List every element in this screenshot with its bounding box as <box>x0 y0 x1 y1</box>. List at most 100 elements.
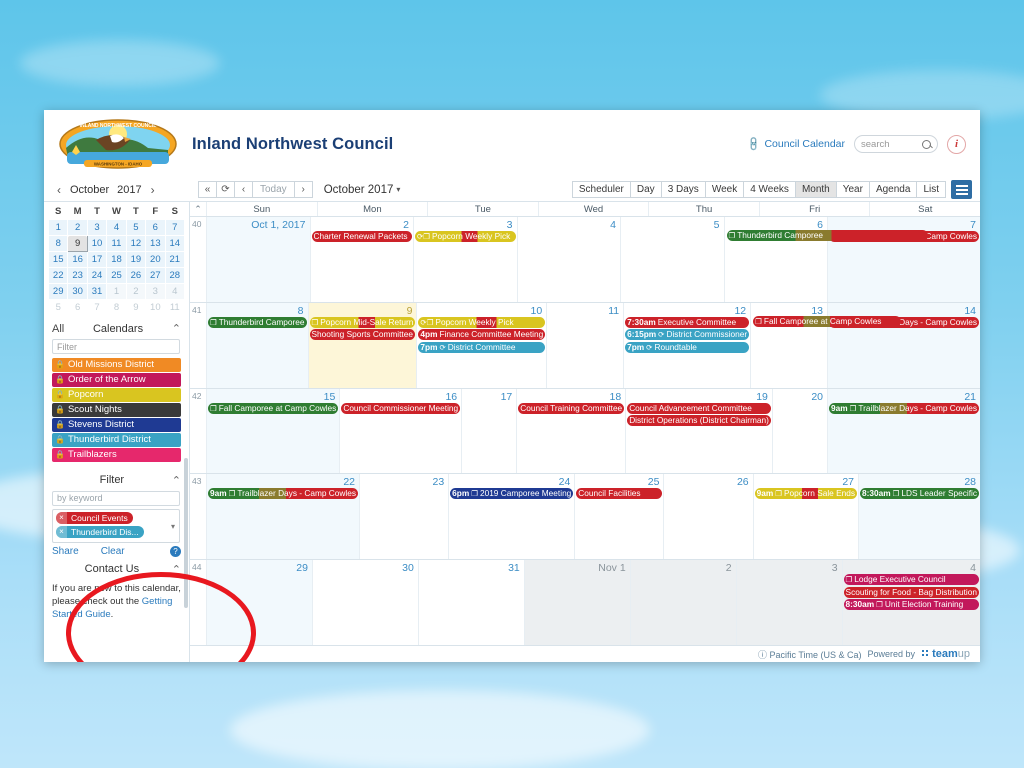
view-button-scheduler[interactable]: Scheduler <box>571 181 631 198</box>
mini-next-button[interactable]: › <box>146 183 160 197</box>
day-cell[interactable]: 13 ❐ Fall Camporee at Camp Cowles <box>750 302 901 388</box>
day-cell[interactable]: 3 <box>735 560 842 645</box>
calendar-event[interactable]: Charter Renewal Packets <box>311 231 412 242</box>
view-button-agenda[interactable]: Agenda <box>868 181 918 198</box>
contact-panel-header[interactable]: Contact Us ⌃ <box>44 557 189 580</box>
mini-day-cell[interactable]: 11 <box>164 299 186 316</box>
mini-day-cell[interactable]: 3 <box>86 219 108 236</box>
mini-day-cell[interactable]: 11 <box>106 235 127 252</box>
mini-day-cell[interactable]: 4 <box>164 283 186 300</box>
calendar-filter-input[interactable]: Filter <box>52 339 180 354</box>
day-cell[interactable]: 22 9am ❐ Trailblazer Days - Camp Cowles <box>206 474 359 560</box>
day-cell[interactable]: 9 ❐ Popcorn Mid-Sale Return Shooting Sports… <box>307 302 417 388</box>
keyword-filter-input[interactable]: by keyword <box>52 490 180 506</box>
mini-day-cell[interactable]: 9 <box>67 235 88 252</box>
calendar-list-item[interactable]: 🔒 Scout Nights <box>52 403 181 417</box>
view-button-year[interactable]: Year <box>835 181 870 198</box>
clear-link[interactable]: Clear <box>101 546 125 557</box>
day-cell[interactable]: 2 Charter Renewal Packets <box>309 217 413 302</box>
view-button-list[interactable]: List <box>916 181 946 198</box>
collapse-grid-icon[interactable]: ⌃ <box>190 202 206 216</box>
calendar-event[interactable]: ❐ Fall Camporee at Camp Cowles <box>208 402 339 414</box>
help-icon[interactable]: ? <box>170 545 181 557</box>
view-button-month[interactable]: Month <box>794 181 837 198</box>
calendar-event[interactable]: ❐ Thunderbird Camporee <box>208 316 307 328</box>
mini-prev-button[interactable]: ‹ <box>52 183 66 197</box>
calendar-event[interactable]: 8:30am ❐ Unit Election Training <box>843 599 979 611</box>
mini-day-cell[interactable]: 15 <box>47 251 69 268</box>
calendar-event[interactable]: ❐ Lodge Executive Council <box>843 574 979 586</box>
day-cell[interactable]: 26 <box>663 474 753 560</box>
calendar-event[interactable]: 9am❐Trailblazer Days - Camp Cowles <box>829 402 979 414</box>
mini-day-cell[interactable]: 31 <box>86 283 108 300</box>
search-box[interactable] <box>854 135 938 153</box>
calendar-event[interactable]: 4pm Finance Committee Meeting <box>418 329 546 341</box>
mini-day-cell[interactable]: 21 <box>164 251 186 268</box>
day-cell[interactable]: 24 6pm ❐ 2019 Camporee Meeting <box>448 474 575 560</box>
calendar-list-item[interactable]: 🔒 Old Missions District <box>52 358 181 372</box>
mini-day-cell[interactable]: 23 <box>67 267 88 284</box>
calendar-event[interactable]: 7pm ⟳ District Committee <box>418 341 546 353</box>
view-button-4-weeks[interactable]: 4 Weeks <box>743 181 796 198</box>
calendar-event[interactable]: ⟳❐ Popcorn Weekly Pick <box>418 316 546 328</box>
mini-day-cell[interactable]: 10 <box>86 235 108 252</box>
refresh-button[interactable]: ⟳ <box>216 181 235 198</box>
mini-day-cell[interactable]: 10 <box>145 299 166 316</box>
day-cell[interactable]: 8 ❐ Thunderbird Camporee <box>206 302 308 388</box>
view-button-week[interactable]: Week <box>704 181 745 198</box>
day-cell[interactable]: 29 <box>206 560 312 645</box>
all-calendars-link[interactable]: All <box>52 323 64 335</box>
day-cell[interactable]: 15 ❐ Fall Camporee at Camp Cowles <box>206 388 340 474</box>
current-period-selector[interactable]: October 2017 ▾ <box>324 184 401 196</box>
mini-day-cell[interactable]: 9 <box>125 299 147 316</box>
day-cell[interactable]: 17 <box>461 388 517 474</box>
mini-day-cell[interactable]: 14 <box>164 235 186 252</box>
mini-day-cell[interactable]: 6 <box>67 299 88 316</box>
teamup-logo[interactable]: teamup <box>921 648 970 660</box>
menu-button[interactable] <box>951 180 972 199</box>
filter-panel-header[interactable]: Filter ⌃ <box>44 468 189 491</box>
sidebar-scrollbar[interactable] <box>184 458 188 608</box>
mini-day-cell[interactable]: 7 <box>86 299 108 316</box>
filter-tag[interactable]: × Council Events <box>56 511 133 524</box>
day-cell[interactable]: 21 9am ❐ Trailblazer Days - Camp Cowles <box>827 388 980 474</box>
mini-day-cell[interactable]: 7 <box>164 219 186 236</box>
day-cell[interactable]: 19 Council Advancement Committee District … <box>625 388 772 474</box>
calendar-event[interactable]: ❐ Thunderbird Camporee <box>726 230 928 241</box>
chevron-up-icon[interactable]: ⌃ <box>172 563 181 576</box>
search-input[interactable] <box>861 138 919 150</box>
view-button-day[interactable]: Day <box>629 181 662 198</box>
mini-day-cell[interactable]: 17 <box>86 251 108 268</box>
calendar-list-item[interactable]: 🔒 Stevens District <box>52 418 181 432</box>
day-cell[interactable]: 11 <box>546 302 624 388</box>
mini-day-cell[interactable]: 3 <box>145 283 166 300</box>
calendar-list-item[interactable]: 🔒 Popcorn <box>52 388 181 402</box>
calendars-panel-header[interactable]: All Calendars ⌃ <box>44 316 189 339</box>
timezone-label[interactable]: ⓘ Pacific Time (US & Ca) <box>758 648 862 661</box>
mini-day-cell[interactable]: 29 <box>47 283 69 300</box>
day-cell[interactable]: 4 ❐ Lodge Executive Council Scouting for Fo… <box>841 560 980 645</box>
day-cell[interactable]: 10 ⟳❐ Popcorn Weekly Pick 4pm Finance Commit… <box>416 302 547 388</box>
mini-day-cell[interactable]: 8 <box>47 235 69 252</box>
calendar-list-item[interactable]: 🔒 Thunderbird District <box>52 433 181 447</box>
mini-day-cell[interactable]: 1 <box>106 283 127 300</box>
mini-day-cell[interactable]: 28 <box>164 267 186 284</box>
day-cell[interactable]: 27 9am ❐ Popcorn Sale Ends <box>752 474 859 560</box>
calendar-event[interactable]: 8:30am ❐ LDS Leader Specific <box>860 488 979 500</box>
next-period-button[interactable]: › <box>293 181 313 198</box>
mini-day-cell[interactable]: 1 <box>47 219 69 236</box>
mini-day-cell[interactable]: 27 <box>145 267 166 284</box>
day-cell[interactable]: 23 <box>359 474 449 560</box>
info-button[interactable]: i <box>947 134 966 154</box>
calendar-event[interactable]: Shooting Sports Committee <box>309 329 416 341</box>
day-cell[interactable]: 30 <box>311 560 418 645</box>
council-calendar-link[interactable]: 🔗 Council Calendar <box>746 136 845 153</box>
day-cell[interactable]: 3 ⟳❐ Popcorn Weekly Pick <box>413 217 517 302</box>
filter-tag-box[interactable]: × Council Events × Thunderbird Dis... ▾ <box>52 508 180 543</box>
view-button-3-days[interactable]: 3 Days <box>660 181 706 198</box>
day-cell[interactable]: 16 Council Commissioner Meeting <box>339 388 462 474</box>
remove-tag-icon[interactable]: × <box>56 525 67 538</box>
calendar-event[interactable]: 7:30am Executive Committee <box>625 316 750 328</box>
day-cell[interactable]: 31 <box>417 560 524 645</box>
mini-day-cell[interactable]: 4 <box>106 219 127 236</box>
